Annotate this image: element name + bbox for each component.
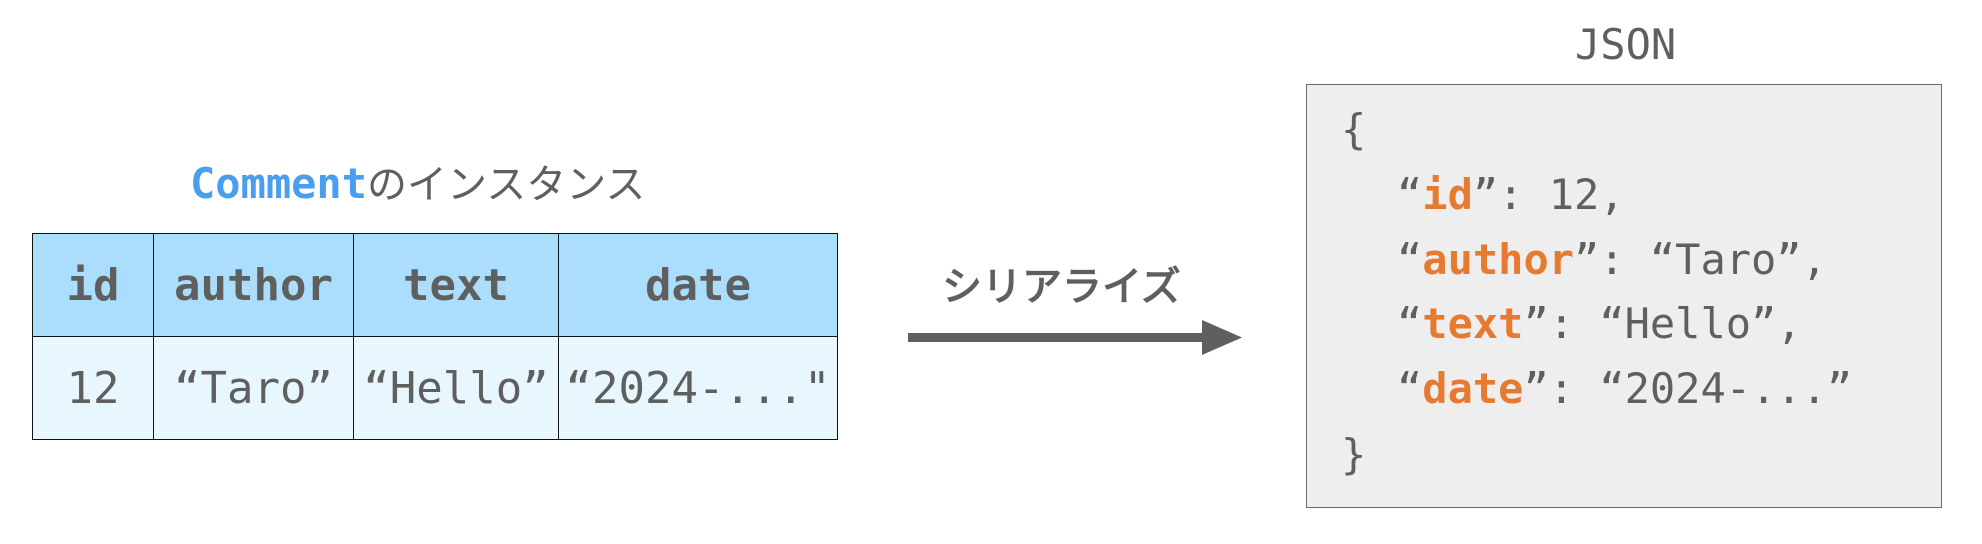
right-arrow-icon <box>908 320 1242 355</box>
json-box: { “id”: 12, “author”: “Taro”, “text”: “H… <box>1306 84 1942 508</box>
json-value: “2024-...” <box>1599 364 1853 413</box>
table-row: 12 “Taro” “Hello” “2024-..." <box>32 336 838 440</box>
caption-suffix: のインスタンス <box>367 162 646 208</box>
json-entry: “author”: “Taro”, <box>1397 235 1827 284</box>
json-value: 12, <box>1548 170 1625 219</box>
class-name: Comment <box>190 159 368 208</box>
table-cell: “Taro” <box>153 336 354 440</box>
serialize-label: シリアライズ <box>942 264 1181 310</box>
json-value: “Hello”, <box>1599 299 1802 348</box>
arrow-shaft <box>908 333 1208 342</box>
json-key: id <box>1422 170 1473 219</box>
arrow-head <box>1202 320 1242 355</box>
json-key: author <box>1422 235 1575 284</box>
json-key: date <box>1422 364 1524 413</box>
table-cell: 12 <box>32 336 154 440</box>
json-caption: JSON <box>1575 20 1677 69</box>
close-brace: } <box>1341 430 1367 479</box>
json-entry: “date”: “2024-...” <box>1397 364 1853 413</box>
header-row: id author text date <box>32 233 838 337</box>
table-cell: “2024-..." <box>558 336 838 440</box>
column-header: author <box>153 233 354 337</box>
json-entry: “text”: “Hello”, <box>1397 299 1802 348</box>
open-brace: { <box>1341 105 1367 154</box>
json-entry: “id”: 12, <box>1397 170 1625 219</box>
json-value: “Taro”, <box>1649 235 1827 284</box>
instance-table: id author text date 12 “Taro” “Hello” “2… <box>32 233 838 440</box>
table-cell: “Hello” <box>353 336 559 440</box>
column-header: date <box>558 233 838 337</box>
column-header: id <box>32 233 154 337</box>
instance-caption: Commentのインスタンス <box>190 152 645 210</box>
column-header: text <box>353 233 559 337</box>
json-key: text <box>1422 299 1524 348</box>
